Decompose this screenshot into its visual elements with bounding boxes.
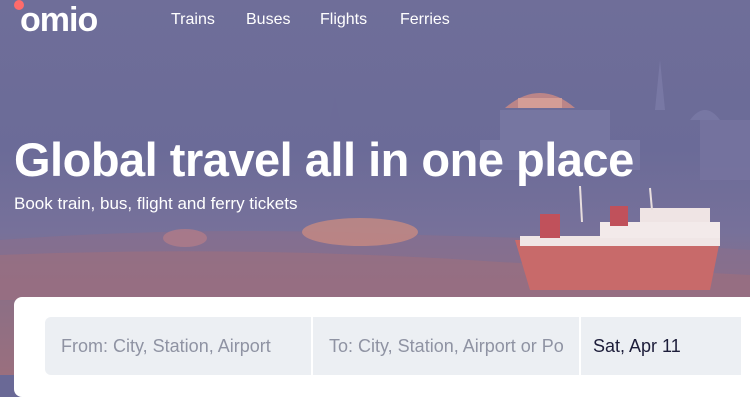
departure-date: Sat, Apr 11 [593,336,681,356]
nav-ferries[interactable]: Ferries [400,10,450,30]
top-nav: omio Trains Buses Flights Ferries [0,0,750,40]
nav-trains[interactable]: Trains [171,10,215,30]
omio-logo[interactable]: omio [20,2,98,38]
to-field[interactable] [313,317,579,375]
date-field[interactable]: Sat, Apr 11 [581,317,741,375]
from-field[interactable] [45,317,311,375]
from-input[interactable] [45,317,311,375]
hero-title: Global travel all in one place [14,133,634,186]
nav-buses[interactable]: Buses [246,10,290,30]
nav-flights[interactable]: Flights [320,10,367,30]
search-card: Sat, Apr 11 [14,297,750,397]
hero-subtitle: Book train, bus, flight and ferry ticket… [14,194,298,213]
to-input[interactable] [313,317,579,375]
